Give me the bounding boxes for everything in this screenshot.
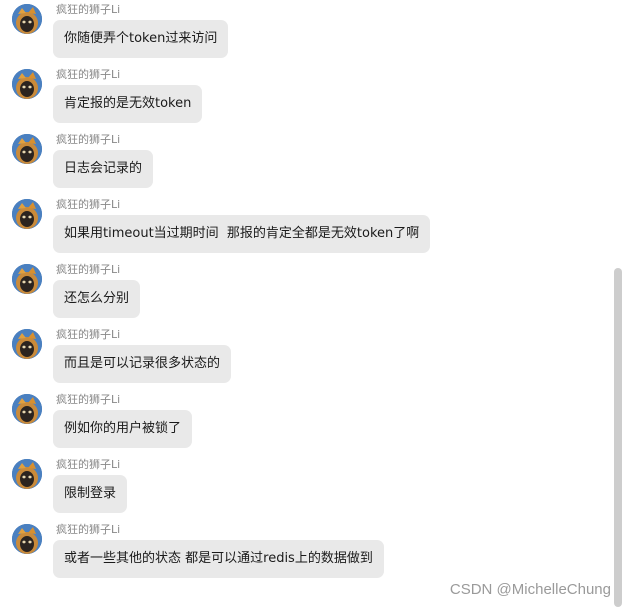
sender-name: 疯狂的狮子Li <box>56 263 121 276</box>
message-bubble[interactable]: 而且是可以记录很多状态的 <box>53 345 232 383</box>
message-item: 疯狂的狮子Li 如果用timeout当过期时间 那报的肯定全都是无效token了… <box>0 195 600 260</box>
avatar-lion-icon <box>12 4 42 34</box>
watermark: CSDN @MichelleChung <box>449 581 611 598</box>
avatar-lion-icon <box>12 199 42 229</box>
message-bubble[interactable]: 你随便弄个token过来访问 <box>53 20 229 58</box>
message-item: 疯狂的狮子Li 肯定报的是无效token <box>0 65 600 130</box>
message-bubble[interactable]: 限制登录 <box>53 475 128 513</box>
sender-name: 疯狂的狮子Li <box>56 68 121 81</box>
scrollbar-thumb[interactable] <box>614 268 622 607</box>
avatar-lion-icon <box>12 524 42 554</box>
avatar[interactable] <box>12 4 42 34</box>
message-bubble[interactable]: 肯定报的是无效token <box>53 85 203 123</box>
avatar[interactable] <box>12 459 42 489</box>
message-item: 疯狂的狮子Li 而且是可以记录很多状态的 <box>0 325 600 390</box>
sender-name: 疯狂的狮子Li <box>56 328 121 341</box>
avatar[interactable] <box>12 264 42 294</box>
message-item: 疯狂的狮子Li 日志会记录的 <box>0 130 600 195</box>
sender-name: 疯狂的狮子Li <box>56 3 121 16</box>
avatar[interactable] <box>12 134 42 164</box>
chat-message-list[interactable]: 疯狂的狮子Li 你随便弄个token过来访问 疯狂的狮子Li 肯定报的是无效to… <box>0 0 612 607</box>
message-bubble[interactable]: 如果用timeout当过期时间 那报的肯定全都是无效token了啊 <box>53 215 431 253</box>
sender-name: 疯狂的狮子Li <box>56 133 121 146</box>
sender-name: 疯狂的狮子Li <box>56 523 121 536</box>
avatar[interactable] <box>12 69 42 99</box>
message-item: 疯狂的狮子Li 或者一些其他的状态 都是可以通过redis上的数据做到 <box>0 520 600 585</box>
message-item: 疯狂的狮子Li 例如你的用户被锁了 <box>0 390 600 455</box>
avatar[interactable] <box>12 329 42 359</box>
message-item: 疯狂的狮子Li 你随便弄个token过来访问 <box>0 0 600 65</box>
avatar[interactable] <box>12 199 42 229</box>
message-bubble[interactable]: 日志会记录的 <box>53 150 154 188</box>
avatar-lion-icon <box>12 394 42 424</box>
message-bubble[interactable]: 或者一些其他的状态 都是可以通过redis上的数据做到 <box>53 540 384 578</box>
message-bubble[interactable]: 还怎么分别 <box>53 280 141 318</box>
scrollbar[interactable] <box>614 0 622 607</box>
message-item: 疯狂的狮子Li 还怎么分别 <box>0 260 600 325</box>
avatar[interactable] <box>12 524 42 554</box>
avatar-lion-icon <box>12 329 42 359</box>
sender-name: 疯狂的狮子Li <box>56 393 121 406</box>
message-bubble[interactable]: 例如你的用户被锁了 <box>53 410 193 448</box>
message-item: 疯狂的狮子Li 限制登录 <box>0 455 600 520</box>
avatar[interactable] <box>12 394 42 424</box>
sender-name: 疯狂的狮子Li <box>56 198 121 211</box>
avatar-lion-icon <box>12 134 42 164</box>
avatar-lion-icon <box>12 69 42 99</box>
avatar-lion-icon <box>12 459 42 489</box>
sender-name: 疯狂的狮子Li <box>56 458 121 471</box>
avatar-lion-icon <box>12 264 42 294</box>
